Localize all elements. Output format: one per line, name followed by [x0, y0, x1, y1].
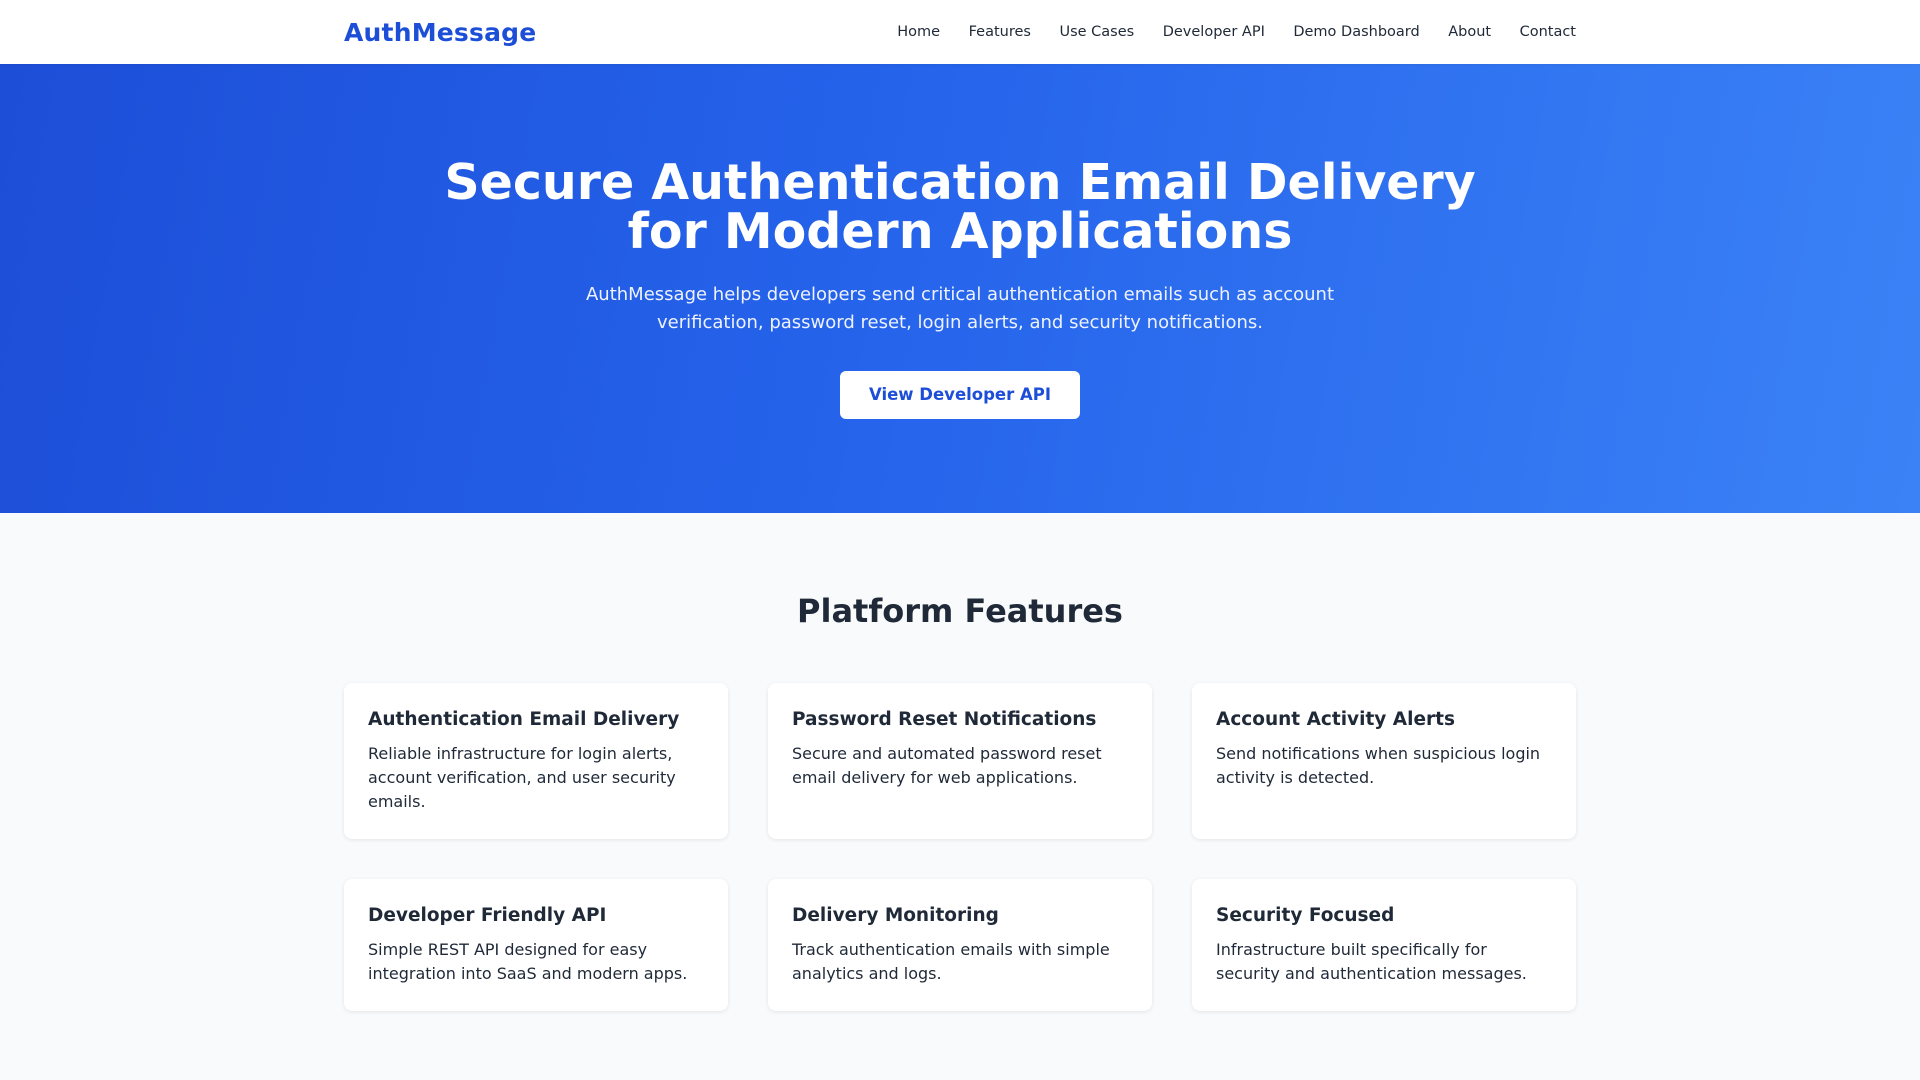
nav-link-developer-api[interactable]: Developer API [1163, 24, 1265, 40]
nav-link-home[interactable]: Home [897, 24, 940, 40]
nav-link-about[interactable]: About [1448, 24, 1491, 40]
feature-card-title: Account Activity Alerts [1216, 709, 1455, 730]
nav-link-use-cases[interactable]: Use Cases [1059, 24, 1134, 40]
navbar: AuthMessage Home Features Use Cases Deve… [0, 0, 1920, 64]
features-section-title: Platform Features [797, 592, 1123, 630]
feature-card-description-line: Simple REST API designed for easy [368, 940, 648, 959]
features-grid: Authentication Email Delivery Reliable i… [344, 683, 1576, 1011]
logo-link[interactable]: AuthMessage [344, 18, 536, 47]
feature-card-description: Track authentication emails with simple … [792, 938, 1128, 986]
feature-card-description-line: account verification, and user security [368, 768, 676, 787]
feature-card-description: Send notifications when suspicious login… [1216, 742, 1552, 790]
nav-links: Home Features Use Cases Developer API De… [897, 24, 1576, 40]
feature-card-description-line: Track authentication emails with simple [792, 940, 1110, 959]
feature-card-description-line: security and authentication messages. [1216, 964, 1527, 983]
hero-title-line-2: for Modern Applications [627, 203, 1293, 260]
feature-card-description-line: Secure and automated password reset [792, 744, 1102, 763]
hero-title: Secure Authentication Email Delivery for… [410, 158, 1510, 256]
feature-card-description-line: activity is detected. [1216, 768, 1375, 787]
feature-card-title: Authentication Email Delivery [368, 709, 680, 730]
feature-card-password-reset-notifications: Password Reset Notifications Secure and … [768, 683, 1152, 839]
feature-card-description-line: email delivery for web applications. [792, 768, 1078, 787]
feature-card-description-line: analytics and logs. [792, 964, 942, 983]
feature-card-security-focused: Security Focused Infrastructure built sp… [1192, 879, 1576, 1011]
features-section: Platform Features Authentication Email D… [0, 513, 1920, 1011]
nav-link-demo-dashboard[interactable]: Demo Dashboard [1293, 24, 1419, 40]
feature-card-description-line: emails. [368, 792, 426, 811]
feature-card-description-line: integration into SaaS and modern apps. [368, 964, 688, 983]
feature-card-title: Developer Friendly API [368, 905, 607, 926]
view-developer-api-button[interactable]: View Developer API [840, 371, 1080, 419]
feature-card-description: Secure and automated password reset emai… [792, 742, 1128, 790]
feature-card-description: Reliable infrastructure for login alerts… [368, 742, 704, 814]
feature-card-description: Infrastructure built specifically for se… [1216, 938, 1552, 986]
nav-link-features[interactable]: Features [969, 24, 1031, 40]
feature-card-description-line: Send notifications when suspicious login [1216, 744, 1541, 763]
navbar-inner: AuthMessage Home Features Use Cases Deve… [344, 0, 1576, 64]
feature-card-account-activity-alerts: Account Activity Alerts Send notificatio… [1192, 683, 1576, 839]
feature-card-title: Delivery Monitoring [792, 905, 999, 926]
feature-card-description-line: Infrastructure built specifically for [1216, 940, 1487, 959]
feature-card-description-line: Reliable infrastructure for login alerts… [368, 744, 673, 763]
feature-card-title: Security Focused [1216, 905, 1395, 926]
hero-subtitle-line-2: verification, password reset, login aler… [657, 312, 1263, 333]
feature-card-delivery-monitoring: Delivery Monitoring Track authentication… [768, 879, 1152, 1011]
feature-card-description: Simple REST API designed for easy integr… [368, 938, 704, 986]
hero-section: Secure Authentication Email Delivery for… [0, 64, 1920, 513]
feature-card-title: Password Reset Notifications [792, 709, 1097, 730]
hero-subtitle-line-1: AuthMessage helps developers send critic… [585, 284, 1335, 305]
feature-card-developer-friendly-api: Developer Friendly API Simple REST API d… [344, 879, 728, 1011]
hero-subtitle: AuthMessage helps developers send critic… [570, 281, 1350, 337]
feature-card-authentication-email-delivery: Authentication Email Delivery Reliable i… [344, 683, 728, 839]
nav-link-contact[interactable]: Contact [1520, 24, 1576, 40]
